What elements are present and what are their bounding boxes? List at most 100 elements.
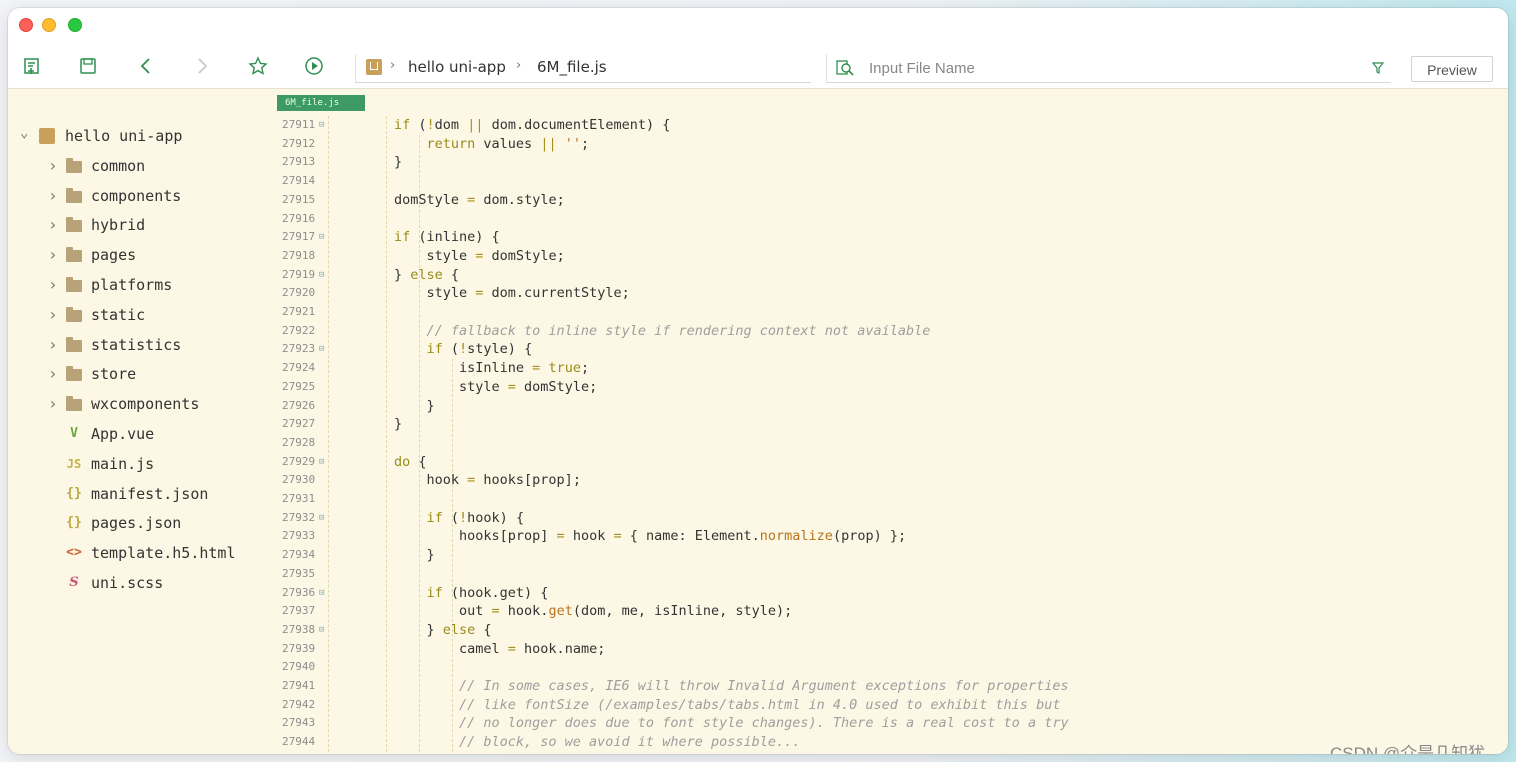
fold-icon[interactable]: ⊟	[319, 621, 324, 640]
breadcrumb-file[interactable]: 6M_file.js	[537, 58, 607, 76]
minimap-file-tab[interactable]: 6M_file.js	[277, 95, 365, 111]
tree-root[interactable]: ⌄ hello uni-app	[8, 123, 268, 149]
tree-folder-label: statistics	[91, 335, 182, 354]
tree-folder-hybrid[interactable]: › hybrid	[8, 212, 268, 238]
code-line[interactable]: 27926}	[270, 397, 1500, 416]
code-text: // block, so we avoid it where possible.…	[459, 734, 801, 751]
fold-icon[interactable]: ⊟	[319, 266, 324, 285]
code-line[interactable]: 27921	[270, 303, 1500, 322]
project-tree: ⌄ hello uni-app › common › components › hybrid ›…	[8, 89, 271, 754]
fold-icon[interactable]: ⊟	[319, 340, 324, 359]
code-editor[interactable]: 6M_file.js 27911 ⊟ if (!dom || dom.documen…	[270, 89, 1508, 754]
chevron-right-icon[interactable]: ›	[48, 336, 58, 353]
back-icon[interactable]	[136, 56, 156, 76]
folder-icon	[66, 336, 82, 352]
line-number: 27918	[282, 248, 316, 262]
code-line[interactable]: 27923 ⊟ if (!style) {	[270, 340, 1500, 359]
tree-file-manifest-json[interactable]: {} manifest.json	[8, 481, 268, 507]
tree-folder-static[interactable]: › static	[8, 302, 268, 328]
breadcrumb-project[interactable]: hello uni-app	[408, 58, 506, 76]
zoom-window-button[interactable]	[68, 18, 82, 32]
code-line[interactable]: 27920 style = dom.currentStyle;	[270, 284, 1500, 303]
tree-root-label: hello uni-app	[65, 127, 183, 145]
html-icon: <>	[66, 545, 82, 561]
tree-folder-common[interactable]: › common	[8, 153, 268, 179]
filter-icon[interactable]	[1371, 60, 1385, 74]
fold-icon[interactable]: ⊟	[319, 453, 324, 472]
code-line[interactable]: 27922 // fallback to inline style if rend…	[270, 322, 1500, 341]
forward-icon[interactable]	[192, 56, 212, 76]
code-line[interactable]: 27939 camel = hook.name;	[270, 640, 1500, 659]
code-line[interactable]: 27925 style = domStyle;	[270, 378, 1500, 397]
code-line[interactable]: 27930 hook = hooks[prop];	[270, 471, 1500, 490]
code-line[interactable]: 27913}	[270, 153, 1500, 172]
chevron-right-icon[interactable]: ›	[48, 277, 58, 293]
fold-icon[interactable]: ⊟	[319, 584, 324, 603]
json-icon: {}	[66, 485, 82, 501]
code-line[interactable]: 27942 // like fontSize (/examples/tabs/ta…	[270, 696, 1500, 715]
code-text: if (!dom || dom.documentElement) {	[394, 117, 671, 133]
tree-file-pages-json[interactable]: {} pages.json	[8, 510, 268, 536]
chevron-right-icon[interactable]: ›	[48, 306, 58, 323]
tree-file-template-h5-html[interactable]: <> template.h5.html	[8, 540, 268, 566]
code-line[interactable]: 27944 // block, so we avoid it where poss…	[270, 733, 1500, 752]
code-line[interactable]: 27924 isInline = true;	[270, 359, 1500, 378]
code-line[interactable]: 27943 // no longer does due to font style…	[270, 714, 1500, 733]
new-file-icon[interactable]	[22, 56, 42, 76]
code-line[interactable]: 27933 hooks[prop] = hook = { name: Elemen…	[270, 527, 1500, 546]
fold-icon[interactable]: ⊟	[319, 228, 324, 247]
code-line[interactable]: 27936 ⊟ if (hook.get) {	[270, 584, 1500, 603]
code-line[interactable]: 27928	[270, 434, 1500, 453]
code-line[interactable]: 27935	[270, 565, 1500, 584]
tree-folder-platforms[interactable]: › platforms	[8, 272, 268, 298]
code-line[interactable]: 27934}	[270, 546, 1500, 565]
tree-file-uni-scss[interactable]: Suni.scss	[8, 570, 268, 596]
chevron-right-icon[interactable]: ›	[48, 187, 58, 204]
code-line[interactable]: 27932 ⊟ if (!hook) {	[270, 509, 1500, 528]
tree-folder-pages[interactable]: › pages	[8, 242, 268, 268]
code-text: style = dom.currentStyle;	[426, 285, 630, 302]
file-search-input[interactable]	[867, 56, 1351, 80]
chevron-right-icon[interactable]: ›	[48, 217, 58, 233]
code-line[interactable]: 27917 ⊟ if (inline) {	[270, 228, 1500, 247]
file-search	[826, 54, 1391, 83]
chevron-right-icon[interactable]: ›	[48, 366, 58, 382]
code-line[interactable]: 27927}	[270, 415, 1500, 434]
chevron-down-icon[interactable]: ⌄	[20, 125, 30, 141]
tree-file-label: uni.scss	[91, 574, 164, 592]
tree-folder-wxcomponents[interactable]: › wxcomponents	[8, 391, 268, 417]
code-line[interactable]: 27937 out = hook.get(dom, me, isInline, s…	[270, 602, 1500, 621]
tree-folder-components[interactable]: › components	[8, 183, 268, 209]
code-line[interactable]: 27940	[270, 658, 1500, 677]
code-line[interactable]: 27915 domStyle = dom.style;	[270, 191, 1500, 210]
preview-button[interactable]: Preview	[1411, 56, 1493, 82]
code-line[interactable]: 27918 style = domStyle;	[270, 247, 1500, 266]
tree-file-App-vue[interactable]: V App.vue	[8, 421, 268, 447]
code-line[interactable]: 27912 return values || '';	[270, 135, 1500, 154]
save-icon[interactable]	[78, 56, 98, 76]
run-icon[interactable]	[304, 56, 324, 76]
chevron-right-icon[interactable]: ›	[48, 247, 58, 263]
chevron-right-icon[interactable]: ›	[48, 157, 58, 174]
code-line[interactable]: 27916	[270, 210, 1500, 229]
code-line[interactable]: 27931	[270, 490, 1500, 509]
code-line[interactable]: 27911 ⊟ if (!dom || dom.documentElement) {	[270, 116, 1500, 135]
tree-folder-statistics[interactable]: › statistics	[8, 332, 268, 358]
tree-file-main-js[interactable]: JS main.js	[8, 451, 268, 477]
fold-icon[interactable]: ⊟	[319, 509, 324, 528]
tree-folder-store[interactable]: › store	[8, 361, 268, 387]
code-line[interactable]: 27941 // In some cases, IE6 will throw In…	[270, 677, 1500, 696]
code-text: }	[394, 416, 403, 433]
close-window-button[interactable]	[19, 18, 33, 32]
code-line[interactable]: 27914	[270, 172, 1500, 191]
breadcrumb: › hello uni-app › 6M_file.js	[355, 54, 811, 83]
code-line[interactable]: 27929 ⊟ do {	[270, 453, 1500, 472]
chevron-right-icon[interactable]: ›	[48, 396, 58, 412]
line-number: 27935	[282, 566, 316, 580]
line-number: 27942	[282, 697, 316, 711]
minimize-window-button[interactable]	[42, 18, 56, 32]
fold-icon[interactable]: ⊟	[319, 116, 324, 135]
star-icon[interactable]	[248, 56, 268, 76]
code-line[interactable]: 27919 ⊟} else {	[270, 266, 1500, 285]
code-line[interactable]: 27938 ⊟} else {	[270, 621, 1500, 640]
